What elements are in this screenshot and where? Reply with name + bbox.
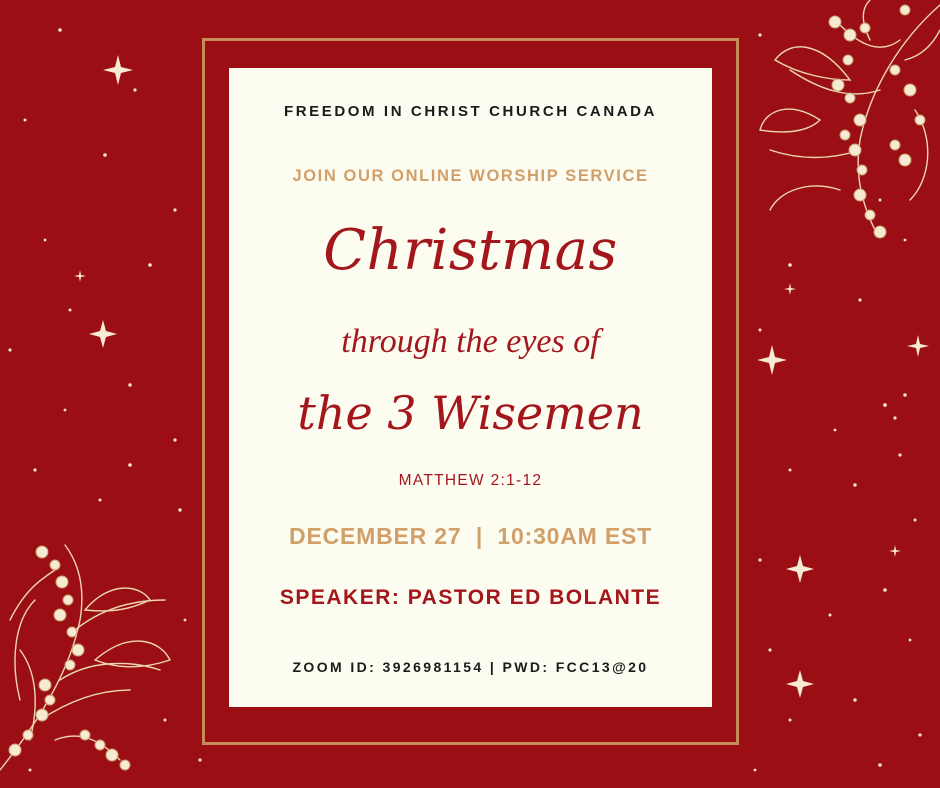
christmas-service-poster: FREEDOM IN CHRIST CHURCH CANADA JOIN OUR… bbox=[0, 0, 940, 788]
mistletoe-berries bbox=[828, 4, 926, 239]
speaker-name: SPEAKER: PASTOR ED BOLANTE bbox=[279, 586, 662, 609]
invitation-card: FREEDOM IN CHRIST CHURCH CANADA JOIN OUR… bbox=[229, 68, 712, 707]
title-through-the-eyes: through the eyes of bbox=[341, 323, 600, 360]
service-date-time: DECEMBER 27 | 10:30AM EST bbox=[289, 523, 652, 549]
zoom-details: ZOOM ID: 3926981154 | PWD: FCC13@20 bbox=[292, 659, 649, 675]
organization-name: FREEDOM IN CHRIST CHURCH CANADA bbox=[283, 103, 658, 120]
title-christmas: Christmas bbox=[323, 218, 618, 283]
scripture-reference: MATTHEW 2:1-12 bbox=[398, 472, 543, 489]
invitation-text: JOIN OUR ONLINE WORSHIP SERVICE bbox=[292, 167, 649, 185]
title-wisemen: the 3 Wisemen bbox=[297, 386, 644, 440]
